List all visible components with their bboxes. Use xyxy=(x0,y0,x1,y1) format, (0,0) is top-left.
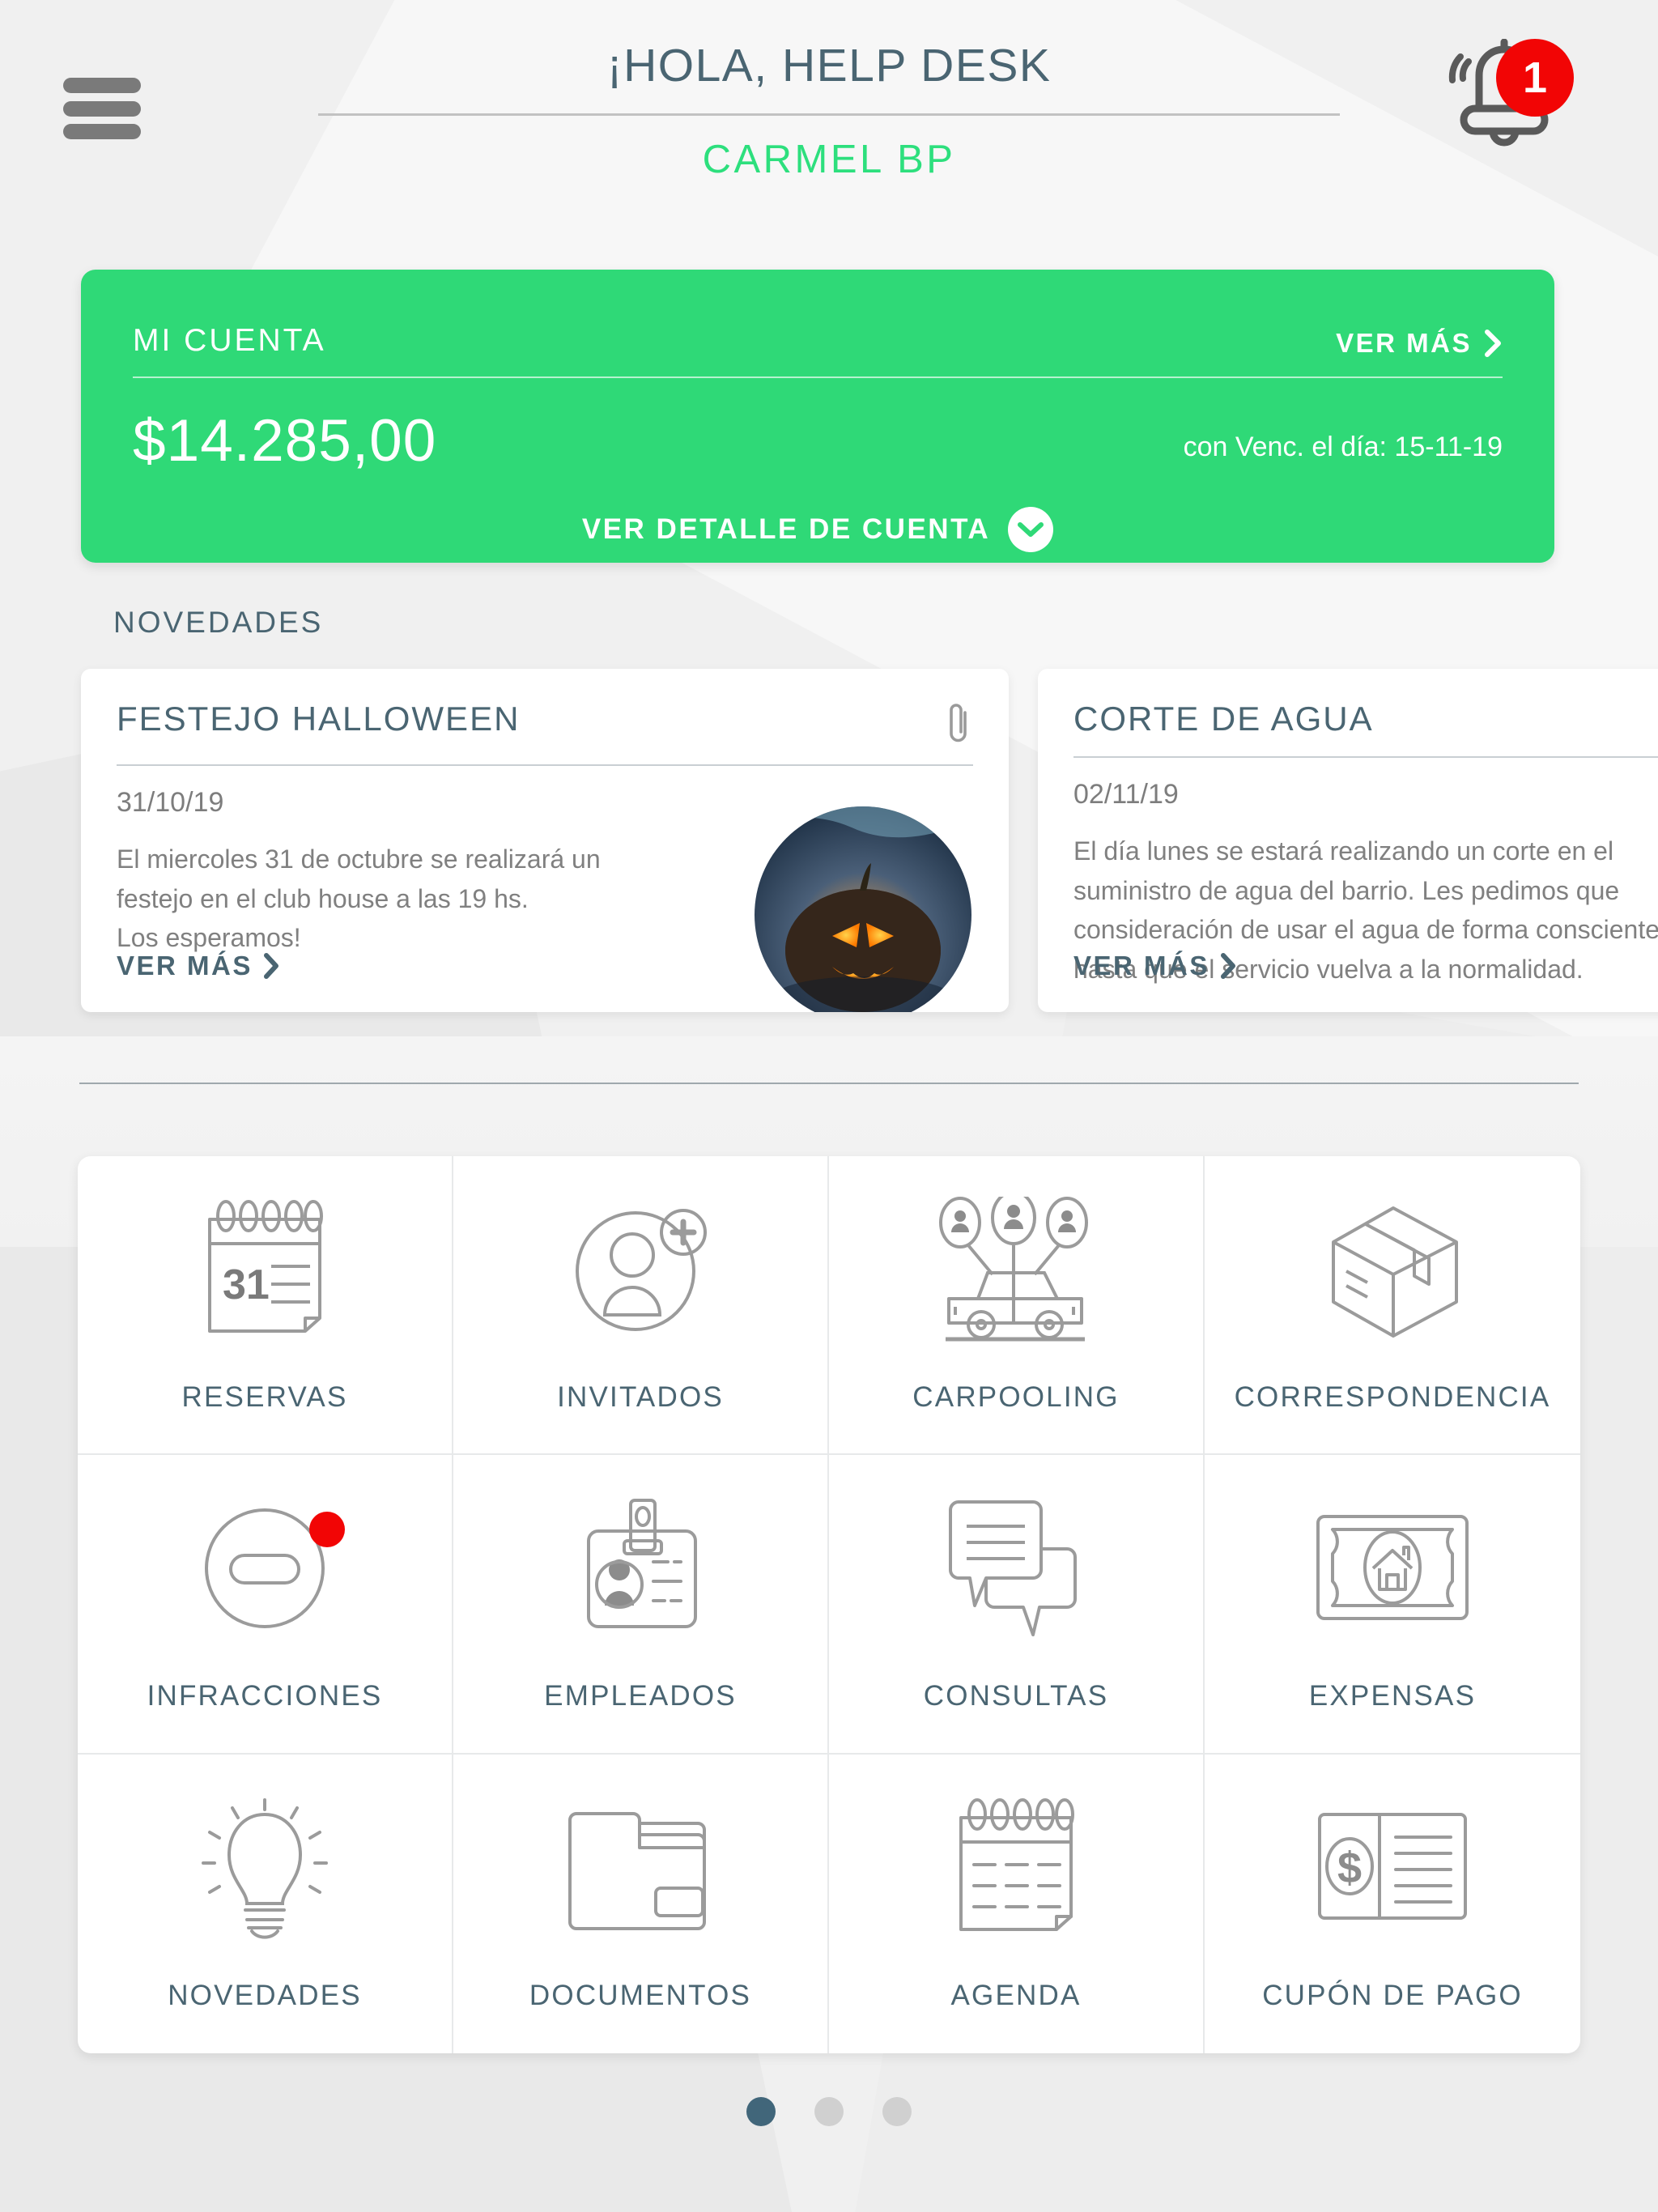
menu-item-correspondencia[interactable]: CORRESPONDENCIA xyxy=(1205,1156,1580,1456)
menu-item-expensas[interactable]: EXPENSAS xyxy=(1205,1455,1580,1755)
news-see-more-button[interactable]: VER MÁS xyxy=(117,951,280,981)
news-see-more-label: VER MÁS xyxy=(1073,951,1209,981)
banknote-house-icon xyxy=(1312,1495,1473,1641)
news-see-more-label: VER MÁS xyxy=(117,951,253,981)
neighborhood-name: CARMEL BP xyxy=(702,138,956,181)
menu-item-label: INFRACCIONES xyxy=(147,1679,383,1712)
news-card[interactable]: CORTE DE AGUA 02/11/19 El día lunes se e… xyxy=(1038,669,1658,1012)
menu-item-novedades[interactable]: NOVEDADES xyxy=(78,1754,453,2053)
menu-item-invitados[interactable]: INVITADOS xyxy=(453,1156,829,1456)
chevron-down-icon xyxy=(1008,507,1054,552)
menu-item-cupon-de-pago[interactable]: $ CUPÓN DE PAGO xyxy=(1205,1755,1580,2053)
lightbulb-icon xyxy=(192,1795,338,1941)
svg-text:31: 31 xyxy=(223,1261,270,1308)
page-title: ¡HOLA, HELP DESK xyxy=(606,40,1052,91)
news-see-more-button[interactable]: VER MÁS xyxy=(1073,951,1237,981)
menu-item-label: CARPOOLING xyxy=(912,1380,1120,1413)
app-header: ¡HOLA, HELP DESK CARMEL BP 1 xyxy=(0,0,1658,235)
pager-dot-3[interactable] xyxy=(882,2097,912,2126)
news-card-date: 02/11/19 xyxy=(1073,779,1179,810)
chevron-right-icon xyxy=(1485,330,1501,357)
menu-item-label: EMPLEADOS xyxy=(544,1679,737,1712)
chevron-right-icon xyxy=(1220,953,1235,979)
calendar-31-icon: 31 xyxy=(184,1197,346,1342)
section-divider xyxy=(79,1083,1579,1084)
account-see-more-button[interactable]: VER MÁS xyxy=(1336,328,1503,359)
menu-item-label: CUPÓN DE PAGO xyxy=(1262,1980,1523,2012)
news-card-title: CORTE DE AGUA xyxy=(1073,700,1374,738)
menu-item-label: INVITADOS xyxy=(557,1380,724,1413)
account-detail-label: VER DETALLE DE CUENTA xyxy=(581,513,991,545)
menu-item-agenda[interactable]: AGENDA xyxy=(829,1754,1205,2053)
paperclip-icon[interactable] xyxy=(944,700,973,747)
payment-coupon-icon: $ xyxy=(1312,1795,1473,1941)
menu-item-label: CONSULTAS xyxy=(923,1679,1109,1712)
news-card-divider xyxy=(1073,756,1658,758)
pager-dot-1[interactable] xyxy=(746,2097,776,2126)
chat-bubbles-icon xyxy=(939,1495,1093,1641)
menu-item-empleados[interactable]: EMPLEADOS xyxy=(453,1455,829,1755)
id-badge-icon xyxy=(568,1495,713,1641)
header-title-block: ¡HOLA, HELP DESK CARMEL BP xyxy=(0,39,1658,182)
news-card-thumbnail xyxy=(755,806,971,1012)
menu-item-label: AGENDA xyxy=(950,1980,1082,2012)
svg-text:$: $ xyxy=(1337,1844,1362,1892)
menu-item-reservas[interactable]: 31 RESERVAS xyxy=(78,1156,453,1456)
menu-item-carpooling[interactable]: CARPOOLING xyxy=(829,1156,1205,1456)
menu-item-label: EXPENSAS xyxy=(1308,1679,1477,1712)
news-carousel[interactable]: FESTEJO HALLOWEEN 31/10/19 El miercoles … xyxy=(81,669,1658,1012)
account-balance: $14.285,00 xyxy=(133,408,437,474)
account-due-date: con Venc. el día: 15-11-19 xyxy=(1183,432,1503,462)
news-card-title: FESTEJO HALLOWEEN xyxy=(117,700,521,738)
chevron-right-icon xyxy=(263,953,278,979)
folder-icon xyxy=(563,1795,717,1941)
account-summary-card[interactable]: MI CUENTA VER MÁS $14.285,00 con Venc. e… xyxy=(81,270,1554,563)
menu-item-consultas[interactable]: CONSULTAS xyxy=(829,1455,1205,1755)
menu-item-label: RESERVAS xyxy=(181,1380,348,1413)
carousel-pager xyxy=(0,2097,1658,2126)
news-card-body: El miercoles 31 de octubre se realizará … xyxy=(117,844,601,953)
menu-item-label: DOCUMENTOS xyxy=(529,1980,752,2012)
menu-item-documentos[interactable]: DOCUMENTOS xyxy=(453,1754,829,2053)
user-add-icon xyxy=(568,1197,713,1342)
account-detail-button[interactable]: VER DETALLE DE CUENTA xyxy=(81,507,1554,552)
notifications-button[interactable]: 1 xyxy=(1433,38,1574,160)
account-see-more-label: VER MÁS xyxy=(1336,328,1472,358)
pager-dot-2[interactable] xyxy=(814,2097,844,2126)
news-card-divider xyxy=(117,764,973,766)
carpool-car-icon xyxy=(931,1196,1101,1342)
status-badge xyxy=(309,1512,345,1548)
menu-item-label: CORRESPONDENCIA xyxy=(1234,1380,1551,1413)
menu-item-infracciones[interactable]: INFRACCIONES xyxy=(78,1455,453,1755)
menu-item-label: NOVEDADES xyxy=(168,1980,362,2012)
notification-badge: 1 xyxy=(1496,39,1574,117)
account-card-label: MI CUENTA xyxy=(133,323,326,358)
news-section-title: NOVEDADES xyxy=(113,606,324,639)
news-card[interactable]: FESTEJO HALLOWEEN 31/10/19 El miercoles … xyxy=(81,669,1009,1012)
package-box-icon xyxy=(1316,1197,1469,1342)
app-screen: ¡HOLA, HELP DESK CARMEL BP 1 MI CUENTA V… xyxy=(0,0,1658,2212)
menu-grid: 31 RESERVAS INVITADOS CARPOOLING CORRESP… xyxy=(78,1156,1580,2053)
calendar-list-icon xyxy=(935,1795,1097,1941)
title-divider xyxy=(318,113,1340,116)
